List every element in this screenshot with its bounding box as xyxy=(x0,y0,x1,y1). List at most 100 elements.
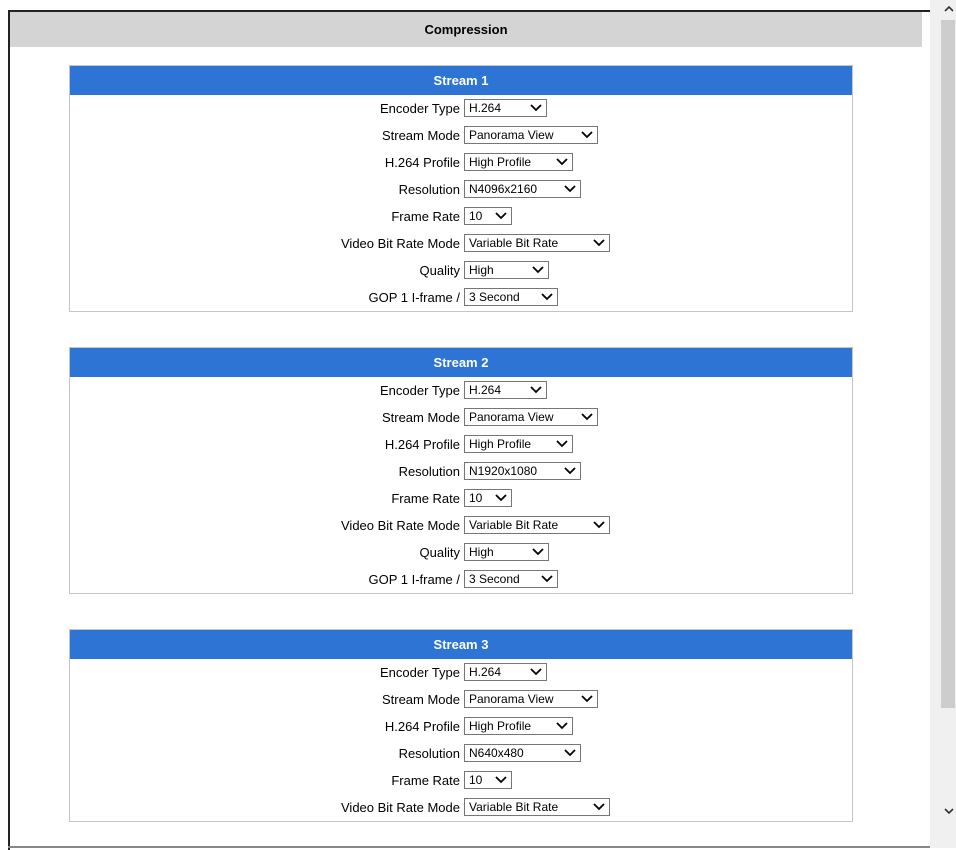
chevron-up-icon[interactable] xyxy=(942,2,956,16)
setting-select[interactable]: N640x480 xyxy=(464,744,581,762)
select-value: 10 xyxy=(469,773,483,787)
chevron-down-icon xyxy=(495,212,507,220)
chevron-down-icon xyxy=(530,104,542,112)
setting-select[interactable]: High Profile xyxy=(464,435,573,453)
setting-row: GOP 1 I-frame / 3 Second xyxy=(70,284,852,311)
setting-label: Encoder Type xyxy=(380,665,460,680)
setting-select[interactable]: H.264 xyxy=(464,99,547,117)
setting-select[interactable]: N4096x2160 xyxy=(464,180,581,198)
setting-select[interactable]: Panorama View xyxy=(464,408,598,426)
setting-select[interactable]: H.264 xyxy=(464,663,547,681)
setting-label: Video Bit Rate Mode xyxy=(341,518,460,533)
chevron-down-icon xyxy=(593,521,605,529)
setting-label: Stream Mode xyxy=(381,128,460,143)
setting-row: Frame Rate 10 xyxy=(70,485,852,512)
setting-select[interactable]: 3 Second xyxy=(464,570,558,588)
setting-select[interactable]: 10 xyxy=(464,771,512,789)
setting-row: Stream Mode Panorama View xyxy=(70,122,852,149)
setting-row: Encoder Type H.264 xyxy=(70,377,852,404)
setting-row: H.264 Profile High Profile xyxy=(70,149,852,176)
setting-label: Frame Rate xyxy=(391,491,460,506)
setting-select[interactable]: H.264 xyxy=(464,381,547,399)
setting-select[interactable]: N1920x1080 xyxy=(464,462,581,480)
setting-select[interactable]: High Profile xyxy=(464,153,573,171)
stream-title: Stream 3 xyxy=(70,630,852,659)
chevron-down-icon xyxy=(556,722,568,730)
select-value: High Profile xyxy=(469,155,532,169)
setting-label: Video Bit Rate Mode xyxy=(341,236,460,251)
chevron-down-icon xyxy=(581,695,593,703)
setting-row: Quality High xyxy=(70,257,852,284)
chevron-down-icon xyxy=(556,440,568,448)
setting-row: Stream Mode Panorama View xyxy=(70,686,852,713)
select-value: H.264 xyxy=(469,383,502,397)
setting-row: Video Bit Rate Mode Variable Bit Rate xyxy=(70,512,852,539)
setting-select[interactable]: High Profile xyxy=(464,717,573,735)
chevron-down-icon[interactable] xyxy=(942,804,956,818)
setting-select[interactable]: Panorama View xyxy=(464,126,598,144)
setting-label: Encoder Type xyxy=(380,101,460,116)
select-value: 3 Second xyxy=(469,572,520,586)
setting-row: Resolution N640x480 xyxy=(70,740,852,767)
stream-title: Stream 2 xyxy=(70,348,852,377)
setting-label: Stream Mode xyxy=(381,692,460,707)
stream-title: Stream 1 xyxy=(70,66,852,95)
select-value: H.264 xyxy=(469,665,502,679)
select-value: N1920x1080 xyxy=(469,464,538,478)
setting-label: Frame Rate xyxy=(391,209,460,224)
scrollbar-thumb[interactable] xyxy=(941,20,955,708)
setting-select[interactable]: Variable Bit Rate xyxy=(464,234,610,252)
setting-row: Encoder Type H.264 xyxy=(70,659,852,686)
chevron-down-icon xyxy=(556,158,568,166)
setting-select[interactable]: Variable Bit Rate xyxy=(464,516,610,534)
chevron-down-icon xyxy=(495,776,507,784)
chevron-down-icon xyxy=(581,413,593,421)
select-value: Variable Bit Rate xyxy=(469,236,559,250)
setting-row: Frame Rate 10 xyxy=(70,203,852,230)
select-value: Panorama View xyxy=(469,692,554,706)
stream-3-section: Stream 3 Encoder Type H.264 Stream Mode Pano… xyxy=(69,629,853,822)
setting-select[interactable]: 10 xyxy=(464,207,512,225)
chevron-down-icon xyxy=(564,185,576,193)
select-value: N640x480 xyxy=(469,746,524,760)
setting-label: GOP 1 I-frame / xyxy=(368,572,460,587)
setting-label: Resolution xyxy=(398,746,460,761)
select-value: H.264 xyxy=(469,101,502,115)
setting-select[interactable]: 3 Second xyxy=(464,288,558,306)
setting-row: Video Bit Rate Mode Variable Bit Rate xyxy=(70,794,852,821)
stream-2-section: Stream 2 Encoder Type H.264 Stream Mode Pano… xyxy=(69,347,853,594)
chevron-down-icon xyxy=(541,575,553,583)
chevron-down-icon xyxy=(581,131,593,139)
setting-select[interactable]: Variable Bit Rate xyxy=(464,798,610,816)
select-value: Variable Bit Rate xyxy=(469,518,559,532)
setting-label: Stream Mode xyxy=(381,410,460,425)
chevron-down-icon xyxy=(593,803,605,811)
setting-label: H.264 Profile xyxy=(384,719,460,734)
select-value: High Profile xyxy=(469,719,532,733)
setting-row: H.264 Profile High Profile xyxy=(70,431,852,458)
select-value: Variable Bit Rate xyxy=(469,800,559,814)
select-value: Panorama View xyxy=(469,410,554,424)
setting-row: GOP 1 I-frame / 3 Second xyxy=(70,566,852,593)
setting-label: Quality xyxy=(419,545,460,560)
setting-label: Encoder Type xyxy=(380,383,460,398)
select-value: High Profile xyxy=(469,437,532,451)
setting-select[interactable]: 10 xyxy=(464,489,512,507)
setting-select[interactable]: Panorama View xyxy=(464,690,598,708)
setting-select[interactable]: High xyxy=(464,261,549,279)
setting-row: Frame Rate 10 xyxy=(70,767,852,794)
chevron-down-icon xyxy=(564,749,576,757)
setting-select[interactable]: High xyxy=(464,543,549,561)
setting-row: Resolution N1920x1080 xyxy=(70,458,852,485)
page-title: Compression xyxy=(10,12,922,47)
chevron-down-icon xyxy=(541,293,553,301)
chevron-down-icon xyxy=(530,668,542,676)
chevron-down-icon xyxy=(564,467,576,475)
select-value: N4096x2160 xyxy=(469,182,538,196)
select-value: 10 xyxy=(469,491,483,505)
setting-label: Resolution xyxy=(398,464,460,479)
select-value: High xyxy=(469,545,494,559)
chevron-down-icon xyxy=(532,266,544,274)
setting-label: Resolution xyxy=(398,182,460,197)
setting-label: Quality xyxy=(419,263,460,278)
